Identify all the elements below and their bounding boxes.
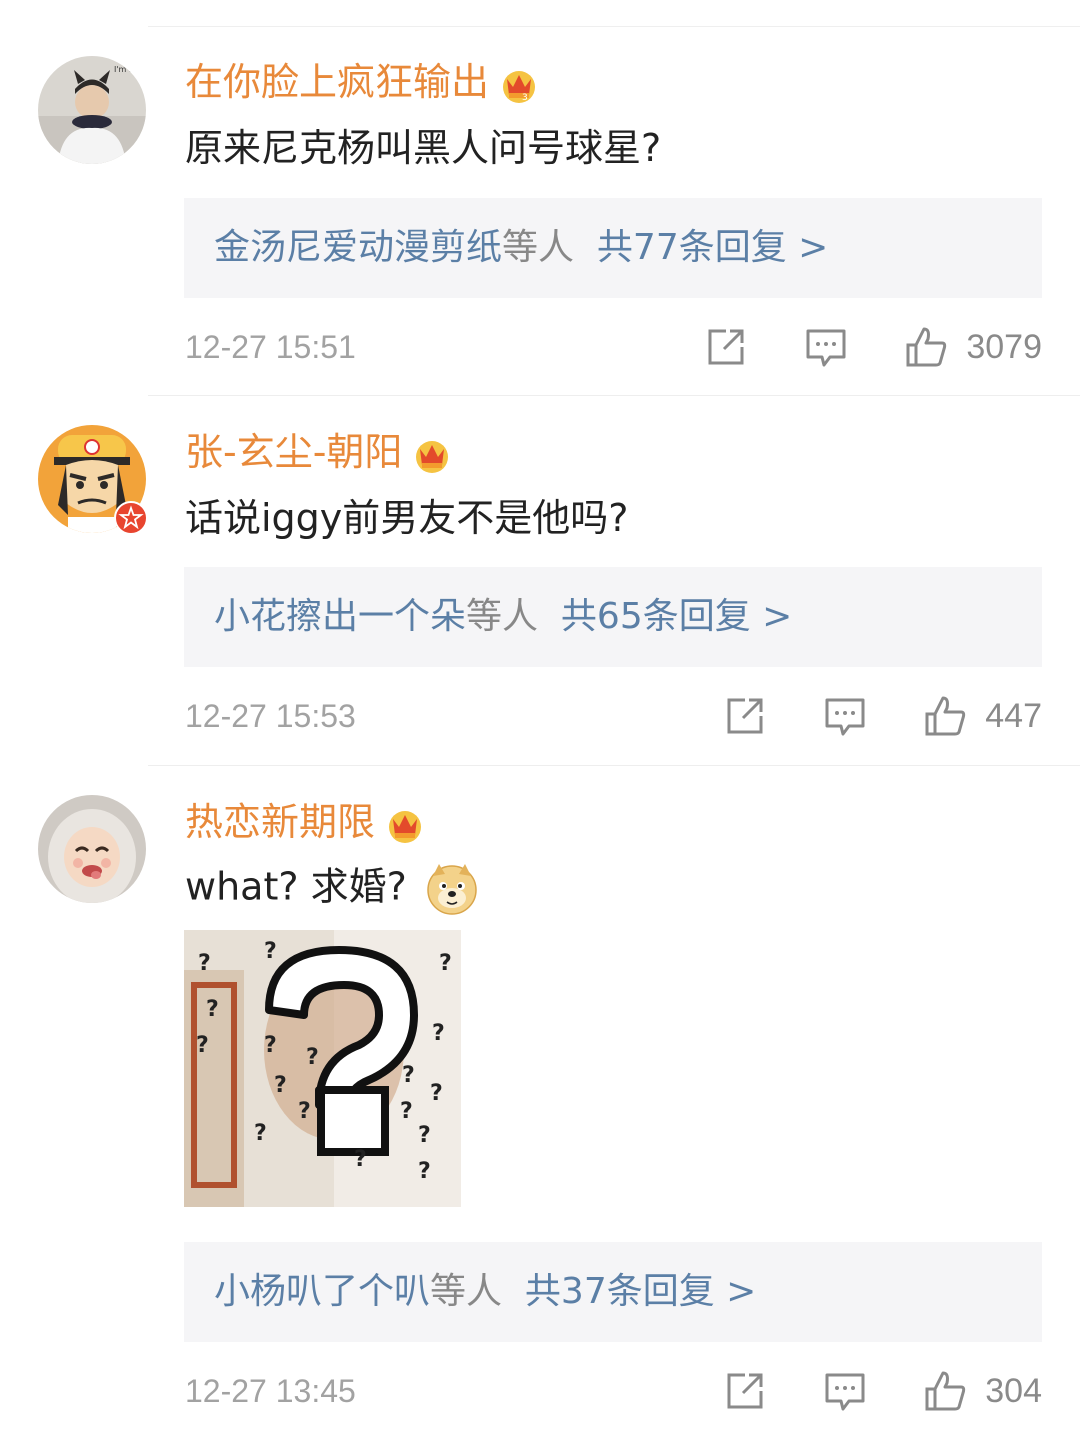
comment-list: I'm fine 在你脸上疯狂输出 3 原来尼克杨叫黑人问号球星? 金汤尼爱动漫剪… xyxy=(0,0,1080,1443)
question-mark: ? xyxy=(354,1147,367,1172)
crown-icon xyxy=(385,805,425,845)
username[interactable]: 热恋新期限 xyxy=(185,798,425,846)
reply-names: 小花擦出一个朵 xyxy=(214,596,467,637)
comment-text: 原来尼克杨叫黑人问号球星? xyxy=(185,126,662,170)
like-count: 3079 xyxy=(966,328,1042,366)
reply-names: 小杨叭了个叭 xyxy=(214,1271,431,1312)
thumbs-up-icon[interactable] xyxy=(904,325,948,369)
comment-meta: 12-27 15:51 3079 xyxy=(185,322,1042,372)
question-mark: ? xyxy=(306,1045,319,1070)
reply-count: 共77条回复 > xyxy=(596,227,829,268)
share-icon[interactable] xyxy=(723,694,767,738)
reply-mid: 等人 xyxy=(430,1271,503,1312)
avatar-caption: I'm fine xyxy=(114,65,144,74)
doge-emoji-icon xyxy=(425,862,479,916)
thumbs-up-icon[interactable] xyxy=(923,694,967,738)
verified-badge-icon xyxy=(114,501,148,535)
reply-mid: 等人 xyxy=(466,596,539,637)
username[interactable]: 在你脸上疯狂输出 3 xyxy=(185,58,539,106)
reply-names: 金汤尼爱动漫剪纸 xyxy=(214,227,503,268)
question-mark: ? xyxy=(430,1081,443,1106)
comment-icon[interactable] xyxy=(804,325,848,369)
comment-image[interactable]: ? ? ? ? ? ? ? ? ? ? ? ? ? ? ? ? ? xyxy=(184,930,461,1207)
thumbs-up-icon[interactable] xyxy=(923,1369,967,1413)
question-mark: ? xyxy=(264,939,277,964)
timestamp: 12-27 13:45 xyxy=(185,1373,356,1409)
share-icon[interactable] xyxy=(704,325,748,369)
divider xyxy=(148,395,1080,396)
question-mark: ? xyxy=(298,1099,311,1124)
reply-mid: 等人 xyxy=(502,227,575,268)
timestamp: 12-27 15:53 xyxy=(185,698,356,734)
question-mark: ? xyxy=(432,1021,445,1046)
share-icon[interactable] xyxy=(723,1369,767,1413)
username[interactable]: 张-玄尘-朝阳 xyxy=(185,428,452,476)
replies-link[interactable]: 小杨叭了个叭等人 共37条回复 > xyxy=(184,1242,1042,1342)
username-text[interactable]: 张-玄尘-朝阳 xyxy=(185,430,402,474)
crown-icon: 3 xyxy=(499,65,539,105)
comment-meta: 12-27 15:53 447 xyxy=(185,691,1042,741)
comment-meta: 12-27 13:45 304 xyxy=(185,1366,1042,1416)
question-mark: ? xyxy=(254,1121,267,1146)
timestamp: 12-27 15:51 xyxy=(185,329,356,365)
reply-count: 共65条回复 > xyxy=(560,596,793,637)
comment-icon[interactable] xyxy=(823,694,867,738)
reply-count: 共37条回复 > xyxy=(524,1271,757,1312)
replies-link[interactable]: 金汤尼爱动漫剪纸等人 共77条回复 > xyxy=(184,198,1042,298)
comment-text-content: what? 求婚? xyxy=(185,864,407,909)
question-mark: ? xyxy=(418,1123,431,1148)
comment-icon[interactable] xyxy=(823,1369,867,1413)
username-text[interactable]: 在你脸上疯狂输出 xyxy=(185,60,489,104)
question-mark: ? xyxy=(206,997,219,1022)
like-count: 447 xyxy=(985,697,1042,735)
username-text[interactable]: 热恋新期限 xyxy=(185,800,375,844)
question-mark: ? xyxy=(402,1063,415,1088)
comment-text: 话说iggy前男友不是他吗? xyxy=(185,496,629,540)
question-mark: ? xyxy=(264,1033,277,1058)
avatar[interactable] xyxy=(38,795,146,903)
question-mark: ? xyxy=(198,951,211,976)
divider xyxy=(148,765,1080,766)
like-count: 304 xyxy=(985,1372,1042,1410)
question-mark: ? xyxy=(418,1159,431,1184)
question-mark: ? xyxy=(439,951,452,976)
question-mark: ? xyxy=(400,1099,413,1124)
avatar[interactable] xyxy=(38,425,148,535)
svg-text:3: 3 xyxy=(522,93,528,103)
top-divider xyxy=(148,26,1080,27)
comment-text: what? 求婚? xyxy=(185,862,479,916)
question-mark: ? xyxy=(196,1033,209,1058)
crown-icon xyxy=(412,435,452,475)
replies-link[interactable]: 小花擦出一个朵等人 共65条回复 > xyxy=(184,567,1042,667)
question-mark: ? xyxy=(274,1073,287,1098)
avatar[interactable]: I'm fine xyxy=(38,56,146,164)
